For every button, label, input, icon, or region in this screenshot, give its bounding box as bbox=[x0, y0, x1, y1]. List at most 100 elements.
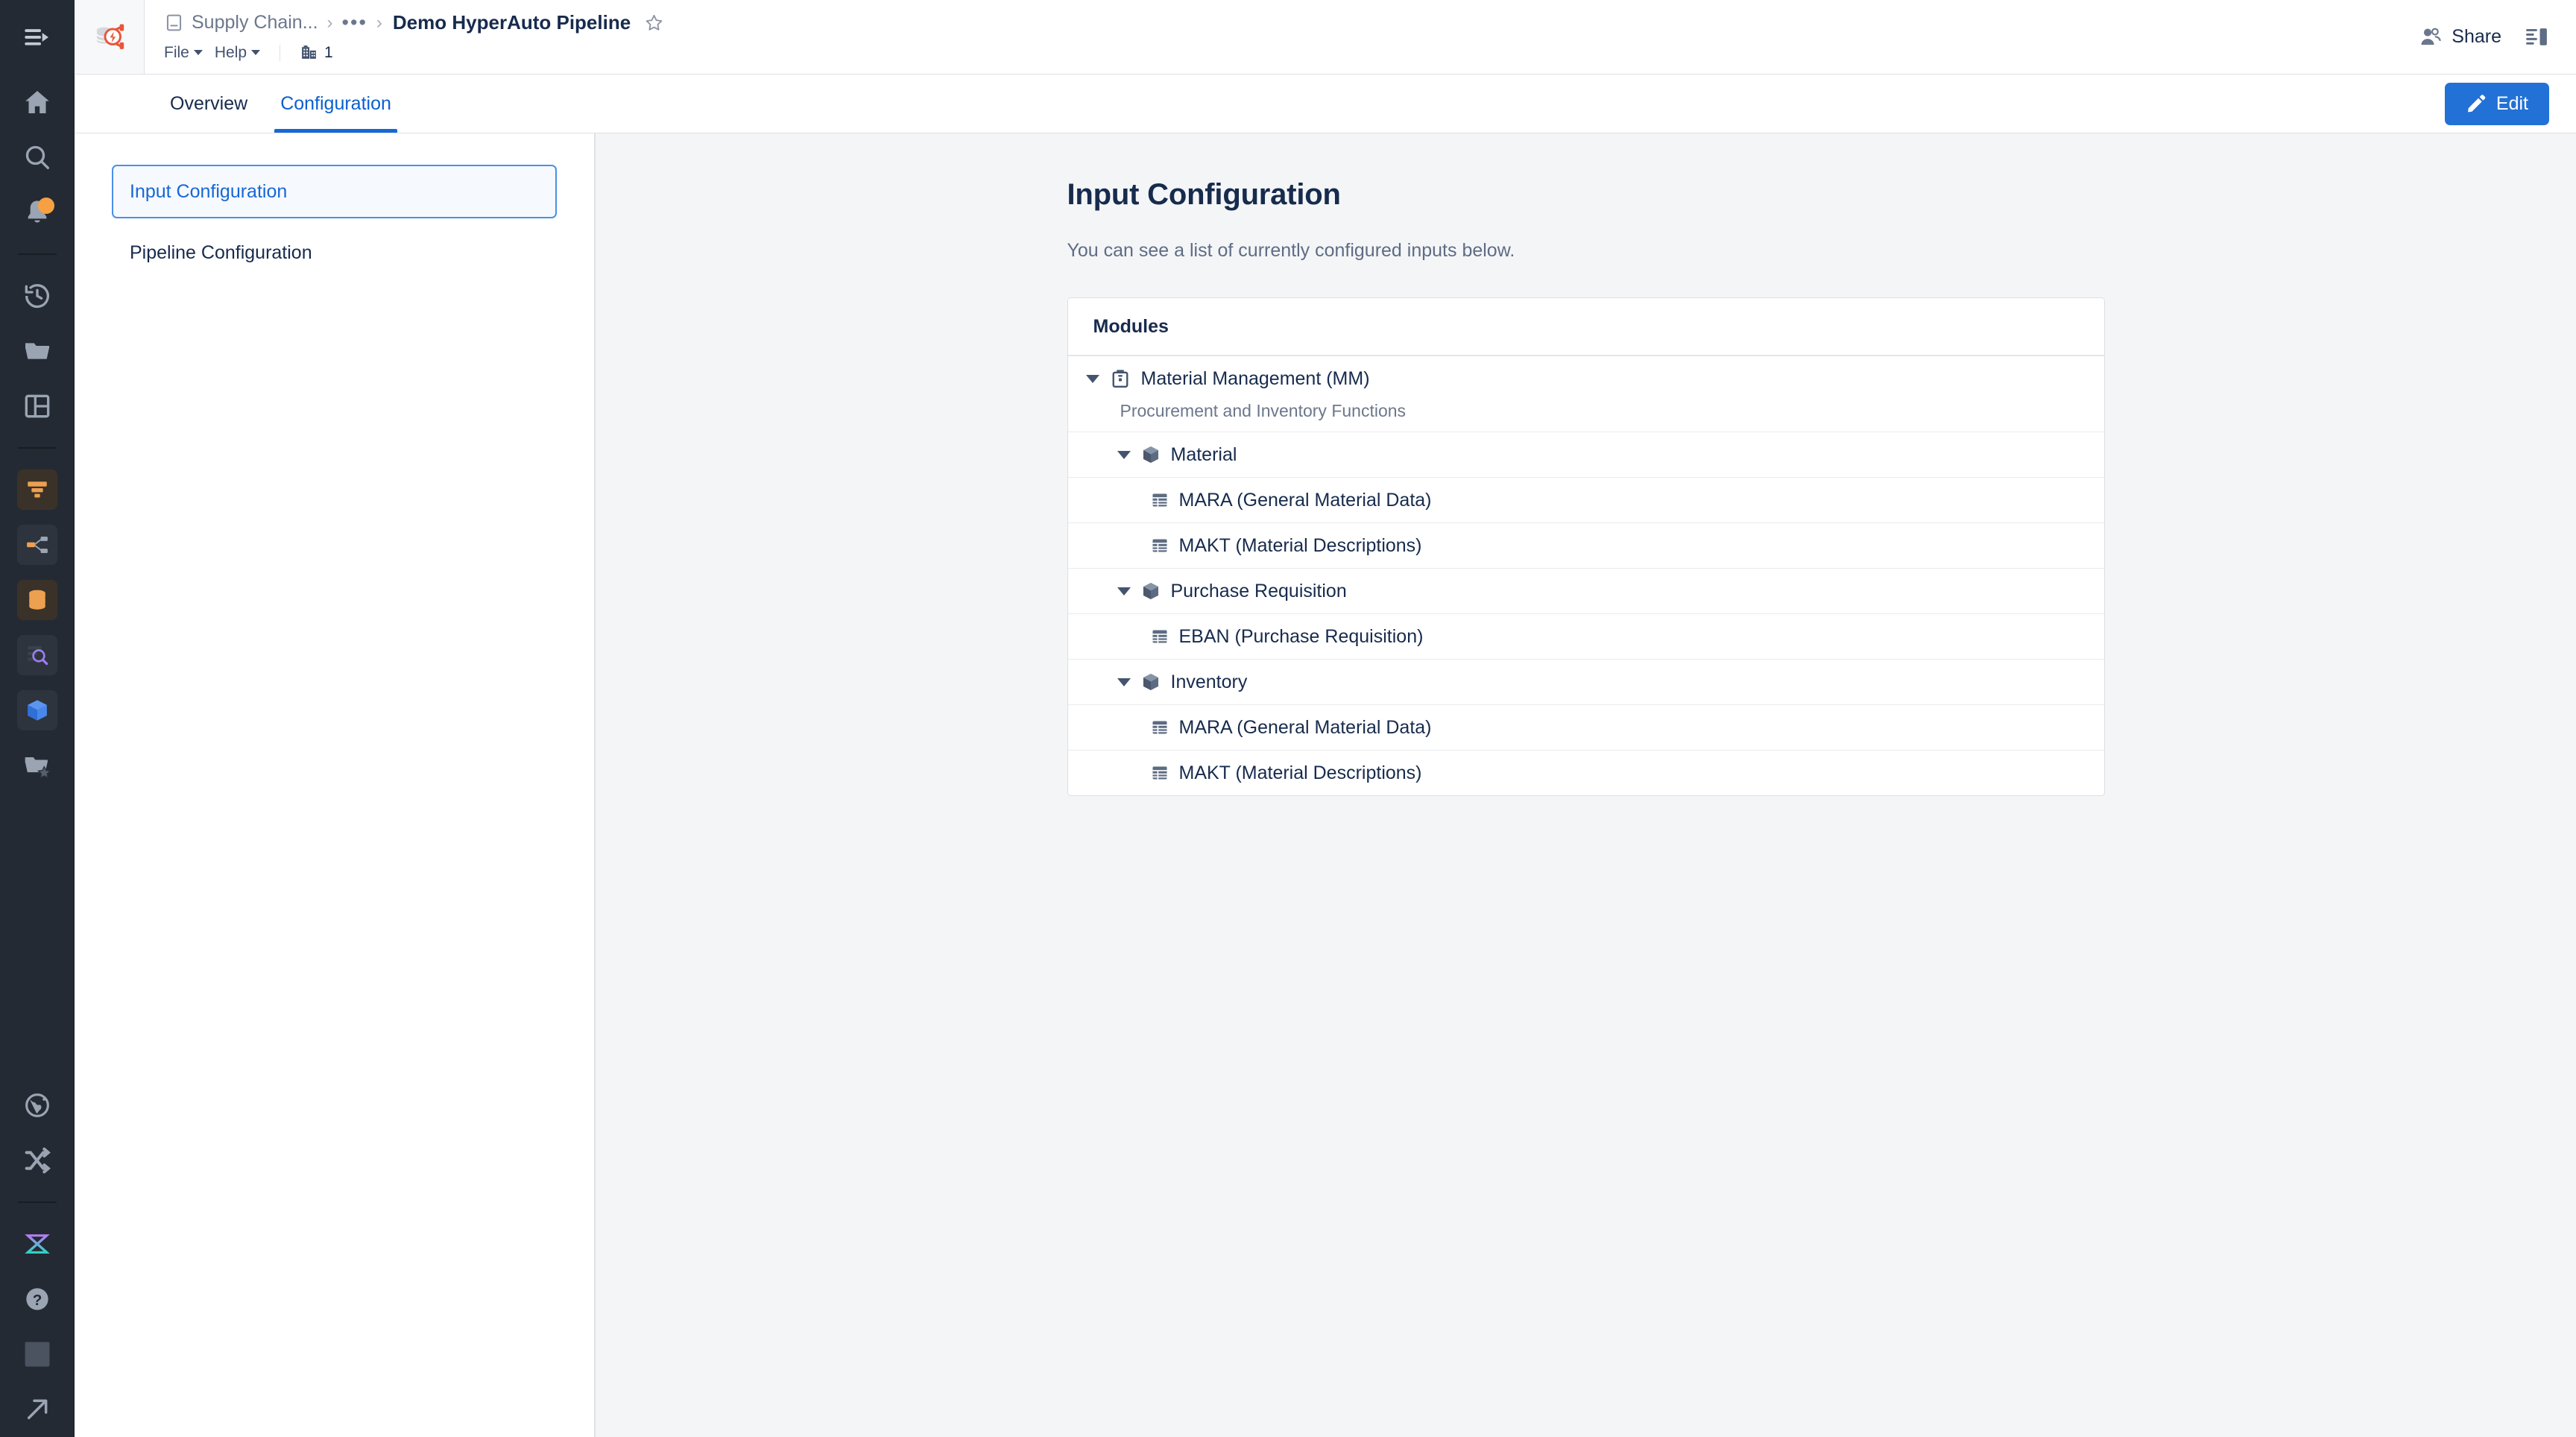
rail-item-recent[interactable] bbox=[0, 268, 75, 323]
rail-item-help[interactable]: ? bbox=[0, 1272, 75, 1327]
table-icon bbox=[1150, 490, 1169, 510]
rail-item-pipeline-builder[interactable] bbox=[0, 462, 75, 517]
star-outline-icon[interactable] bbox=[644, 13, 664, 33]
rail-item-search[interactable] bbox=[0, 130, 75, 185]
tree-leaf-makt-1[interactable]: MAKT (Material Descriptions) bbox=[1068, 523, 2104, 568]
rail-item-favorites[interactable] bbox=[0, 738, 75, 793]
breadcrumb-root[interactable]: Supply Chain... bbox=[192, 12, 318, 34]
tab-configuration[interactable]: Configuration bbox=[264, 75, 408, 133]
history-clock-icon bbox=[22, 281, 52, 311]
chevron-down-icon[interactable] bbox=[1117, 450, 1131, 459]
page-title: Demo HyperAuto Pipeline bbox=[392, 11, 631, 34]
rail-item-datasets[interactable] bbox=[0, 572, 75, 628]
funnel-icon bbox=[16, 470, 57, 510]
content-inner: Input Configuration You can see a list o… bbox=[1067, 178, 2105, 796]
tab-bar-spacer bbox=[408, 75, 2445, 133]
app-root: ? Supply Chain... › ••• › Demo HyperAuto… bbox=[0, 0, 2576, 1437]
document-icon bbox=[164, 13, 184, 33]
sidebar-collapse-icon bbox=[22, 22, 52, 52]
globe-icon bbox=[22, 1090, 52, 1120]
chevron-down-icon[interactable] bbox=[1117, 587, 1131, 596]
subnav-item-pipeline-configuration[interactable]: Pipeline Configuration bbox=[112, 226, 557, 279]
tree-node-material[interactable]: Material bbox=[1068, 432, 2104, 477]
rail-item-workspace[interactable] bbox=[0, 379, 75, 434]
table-row[interactable]: Inventory bbox=[1067, 660, 2104, 705]
rail-item-open-external[interactable] bbox=[0, 1382, 75, 1437]
tree-leaf-mara-2[interactable]: MARA (General Material Data) bbox=[1068, 705, 2104, 750]
menu-file[interactable]: File bbox=[164, 44, 203, 62]
tree-node-inventory[interactable]: Inventory bbox=[1068, 660, 2104, 704]
home-icon bbox=[22, 87, 52, 117]
tree-leaf-eban[interactable]: EBAN (Purchase Requisition) bbox=[1068, 614, 2104, 659]
rail-item-account[interactable] bbox=[0, 1327, 75, 1382]
chevron-down-icon[interactable] bbox=[1085, 374, 1099, 383]
tree-node-label: Inventory bbox=[1170, 671, 1248, 692]
tree-leaf-label: MAKT (Material Descriptions) bbox=[1178, 762, 1422, 783]
breadcrumb-ellipsis[interactable]: ••• bbox=[342, 12, 367, 32]
rail-divider-3 bbox=[17, 1201, 57, 1203]
cube-icon bbox=[1140, 444, 1161, 465]
dashboard-panels-icon bbox=[22, 391, 52, 421]
subnav-item-input-configuration[interactable]: Input Configuration bbox=[112, 165, 557, 218]
menu-help[interactable]: Help bbox=[215, 44, 261, 62]
table-icon bbox=[1150, 718, 1169, 737]
section-description: You can see a list of currently configur… bbox=[1067, 240, 1515, 261]
share-button[interactable]: Share bbox=[2419, 25, 2501, 49]
question-circle-icon: ? bbox=[22, 1284, 52, 1314]
rail-item-ontology[interactable] bbox=[0, 683, 75, 738]
rail-divider-2 bbox=[17, 447, 57, 449]
subnav-item-input-configuration-label: Input Configuration bbox=[130, 180, 288, 202]
rail-item-notifications[interactable] bbox=[0, 185, 75, 240]
table-row[interactable]: MARA (General Material Data) bbox=[1067, 478, 2104, 523]
rail-item-shuffle[interactable] bbox=[0, 1133, 75, 1188]
app-header: Supply Chain... › ••• › Demo HyperAuto P… bbox=[75, 0, 2576, 75]
modules-card: Modules Material Management (MM) Procure… bbox=[1067, 297, 2105, 796]
edit-button-label: Edit bbox=[2496, 92, 2528, 114]
table-row[interactable]: Material bbox=[1067, 432, 2104, 478]
sidebar-toggle-button[interactable] bbox=[0, 0, 75, 75]
org-indicator[interactable]: 1 bbox=[300, 43, 333, 62]
tree-node-material-management[interactable]: Material Management (MM) bbox=[1068, 356, 2104, 401]
rail-divider-1 bbox=[17, 253, 57, 255]
tree-node-purchase-requisition[interactable]: Purchase Requisition bbox=[1068, 569, 2104, 613]
edit-button[interactable]: Edit bbox=[2444, 82, 2549, 125]
table-row[interactable]: MARA (General Material Data) bbox=[1067, 705, 2104, 751]
tab-overview[interactable]: Overview bbox=[154, 75, 264, 133]
shuffle-icon bbox=[22, 1146, 52, 1175]
rail-item-home[interactable] bbox=[0, 75, 75, 130]
arrow-up-right-icon bbox=[22, 1395, 52, 1424]
rail-item-data-lineage[interactable] bbox=[0, 517, 75, 572]
table-row[interactable]: Material Management (MM) Procurement and… bbox=[1067, 356, 2104, 432]
tree-leaf-mara-1[interactable]: MARA (General Material Data) bbox=[1068, 478, 2104, 522]
tree-node-label: Material bbox=[1170, 443, 1237, 465]
rail-item-globe[interactable] bbox=[0, 1078, 75, 1133]
branch-nodes-icon bbox=[16, 525, 57, 565]
tree-leaf-label: MARA (General Material Data) bbox=[1178, 716, 1432, 738]
rail-item-object-explorer[interactable] bbox=[0, 628, 75, 683]
tree-leaf-makt-2[interactable]: MAKT (Material Descriptions) bbox=[1068, 751, 2104, 795]
product-logo[interactable] bbox=[75, 0, 145, 74]
panel-layout-toggle[interactable] bbox=[2524, 25, 2549, 50]
edit-button-wrap: Edit bbox=[2444, 75, 2549, 133]
table-icon bbox=[1150, 763, 1169, 783]
configuration-subnav: Input Configuration Pipeline Configurati… bbox=[75, 133, 595, 1437]
tab-configuration-label: Configuration bbox=[280, 92, 391, 114]
table-row[interactable]: Purchase Requisition bbox=[1067, 569, 2104, 614]
tree-leaf-label: EBAN (Purchase Requisition) bbox=[1178, 625, 1424, 647]
subnav-item-pipeline-configuration-label: Pipeline Configuration bbox=[130, 241, 312, 263]
database-bolt-logo bbox=[90, 18, 129, 57]
hourglass-logo-icon bbox=[22, 1229, 52, 1259]
table-row[interactable]: MAKT (Material Descriptions) bbox=[1067, 751, 2104, 795]
rail-item-app-logo[interactable] bbox=[0, 1216, 75, 1272]
rail-item-browse[interactable] bbox=[0, 323, 75, 379]
menu-file-label: File bbox=[164, 43, 189, 61]
chevron-down-icon[interactable] bbox=[1117, 678, 1131, 686]
section-title: Input Configuration bbox=[1067, 178, 1341, 211]
table-row[interactable]: EBAN (Purchase Requisition) bbox=[1067, 614, 2104, 660]
table-row[interactable]: MAKT (Material Descriptions) bbox=[1067, 523, 2104, 569]
notification-badge bbox=[37, 198, 54, 214]
tree-leaf-label: MARA (General Material Data) bbox=[1178, 489, 1432, 511]
cube-icon bbox=[1140, 581, 1161, 601]
panel-layout-icon bbox=[2524, 25, 2549, 50]
main-content: Input Configuration You can see a list o… bbox=[595, 133, 2576, 1437]
